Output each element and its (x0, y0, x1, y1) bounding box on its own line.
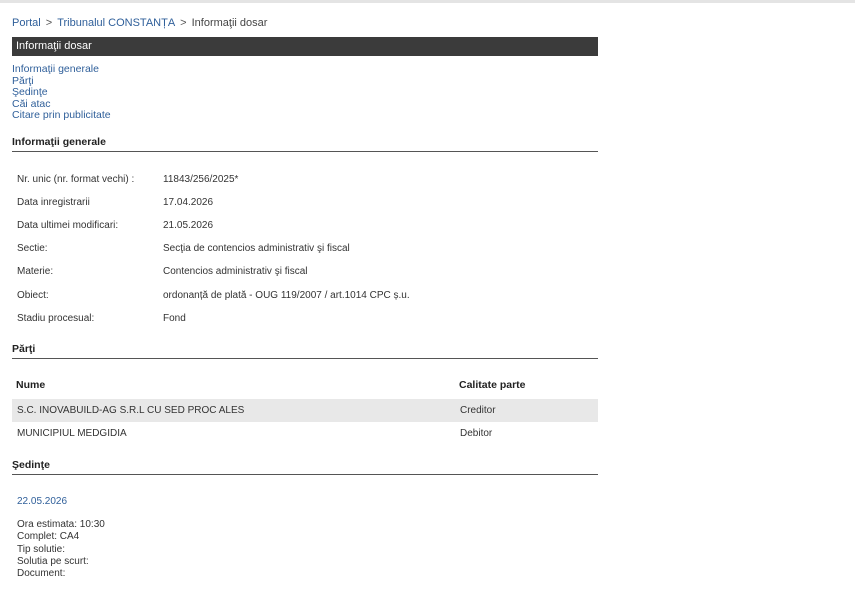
breadcrumb: Portal > Tribunalul CONSTANȚA > Informaţii d… (12, 17, 267, 29)
breadcrumb-separator: > (45, 17, 53, 29)
breadcrumb-court-link[interactable]: Tribunalul CONSTANȚA (57, 17, 175, 29)
section-quick-links: Informaţii generale Părţi Şedinţe Căi at… (12, 63, 111, 122)
hearing-tip-solutie: Tip solutie: (17, 543, 65, 555)
hearing-solutia-pe-scurt: Solutia pe scurt: (17, 555, 89, 567)
info-label: Nr. unic (nr. format vechi) : (17, 174, 135, 185)
info-label: Materie: (17, 266, 54, 277)
info-value: Contencios administrativ şi fiscal (163, 266, 308, 277)
hearing-date: 22.05.2026 (17, 496, 68, 507)
parti-table-header: Nume Calitate parte (12, 379, 598, 393)
info-label: Sectie: (17, 243, 48, 254)
link-sedinte[interactable]: Şedinţe (12, 86, 111, 99)
party-role: Debitor (460, 428, 493, 439)
column-header-calitate: Calitate parte (459, 379, 526, 391)
hearing-ora: Ora estimata: 10:30 (17, 519, 105, 530)
page-title-bar: Informaţii dosar (12, 37, 598, 56)
party-role: Creditor (460, 405, 496, 416)
info-label: Data ultimei modificari: (17, 220, 119, 231)
party-name: MUNICIPIUL MEDGIDIA (17, 428, 127, 439)
section-heading-general: Informaţii generale (12, 136, 598, 152)
link-citare-prin-publicitate[interactable]: Citare prin publicitate (12, 109, 111, 122)
hearing-complet: Complet: CA4 (17, 531, 80, 543)
top-border (0, 0, 855, 3)
info-value: ordonanță de plată - OUG 119/2007 / art.… (163, 290, 410, 301)
info-value: 11843/256/2025* (163, 174, 239, 185)
breadcrumb-current: Informaţii dosar (191, 17, 268, 29)
section-heading-parti: Părţi (12, 343, 598, 359)
breadcrumb-separator: > (180, 17, 187, 29)
table-row: MUNICIPIUL MEDGIDIA Debitor (12, 422, 598, 445)
hearing-details: Ora estimata: 10:30 Complet: CA4 Tip sol… (17, 519, 105, 580)
hearing-document: Document: (17, 568, 66, 580)
info-value: 21.05.2026 (163, 220, 214, 231)
party-name: S.C. INOVABUILD-AG S.R.L CU SED PROC ALE… (17, 405, 245, 416)
info-value: Secţia de contencios administrativ şi fi… (163, 243, 350, 254)
info-label: Data inregistrarii (17, 197, 90, 208)
info-label: Obiect: (17, 290, 49, 301)
info-value: 17.04.2026 (163, 197, 214, 208)
link-informatii-generale[interactable]: Informaţii generale (12, 63, 111, 76)
info-value: Fond (163, 313, 186, 324)
section-heading-sedinte: Şedinţe (12, 459, 598, 475)
breadcrumb-portal-link[interactable]: Portal (12, 17, 41, 29)
column-header-nume: Nume (16, 379, 46, 391)
info-label: Stadiu procesual: (17, 313, 95, 324)
table-row: S.C. INOVABUILD-AG S.R.L CU SED PROC ALE… (12, 399, 598, 422)
